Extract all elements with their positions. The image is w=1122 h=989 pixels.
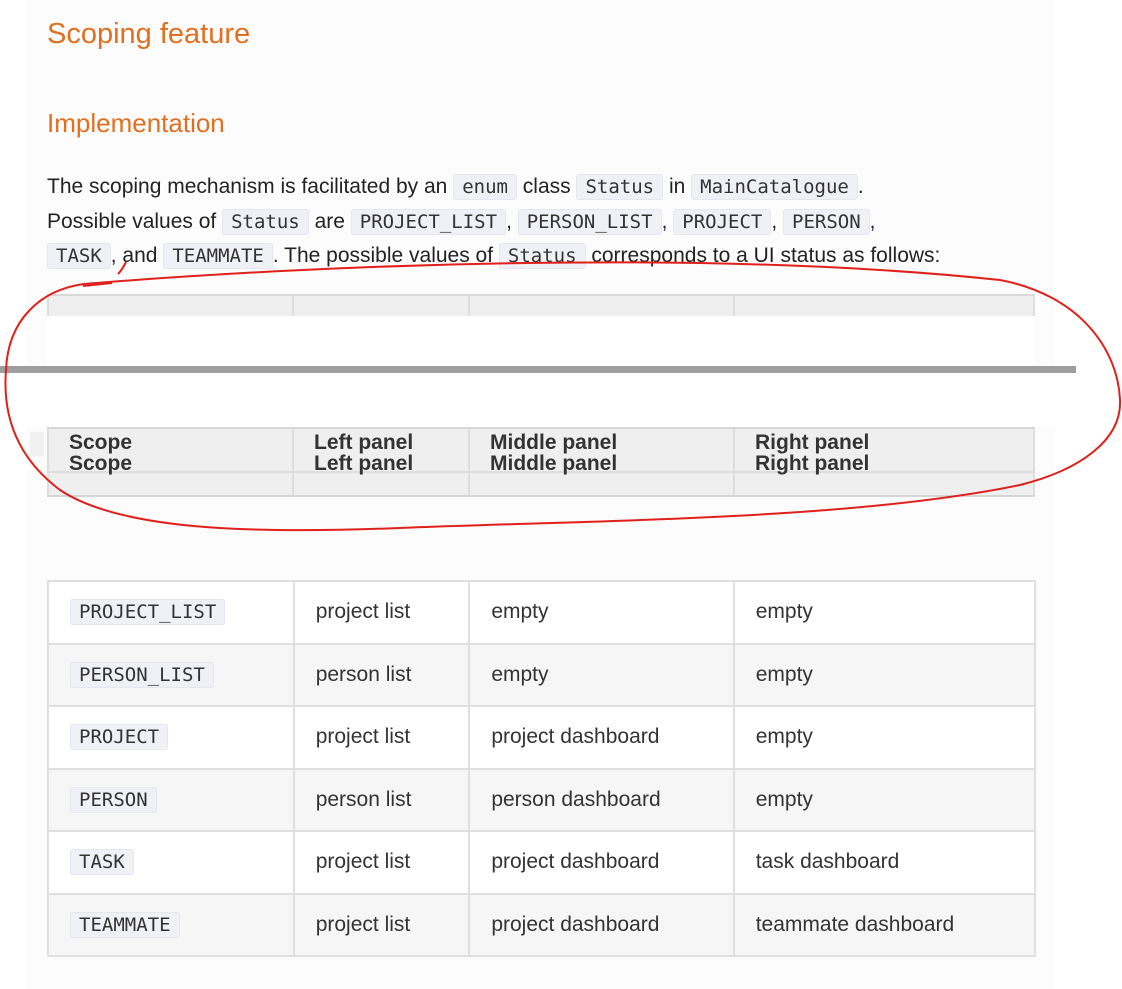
text: Possible values of bbox=[47, 209, 223, 233]
cell-right-panel: empty bbox=[732, 580, 1037, 645]
rendering-gap bbox=[0, 373, 1076, 427]
cell-right-panel: task dashboard bbox=[732, 830, 1037, 895]
section-heading: Implementation bbox=[47, 108, 225, 138]
text: corresponds to a UI status as follows: bbox=[585, 244, 941, 267]
horizontal-rule bbox=[0, 366, 1076, 373]
text: are bbox=[308, 209, 351, 233]
cell-left-panel: project list bbox=[292, 705, 471, 770]
inline-code: PERSON_LIST bbox=[517, 208, 662, 235]
scope-code: PERSON bbox=[70, 786, 157, 813]
inline-code: TEAMMATE bbox=[163, 243, 273, 269]
scope-code: TEAMMATE bbox=[70, 911, 180, 938]
table-row: PROJECT_LIST project list empty empty bbox=[47, 580, 1037, 645]
scope-code: PERSON_LIST bbox=[70, 661, 214, 688]
cell-middle-panel: empty bbox=[468, 580, 735, 645]
header-right-panel: Right panel Right panel bbox=[755, 431, 870, 475]
scope-table: PROJECT_LIST project list empty empty PERSON… bbox=[47, 580, 1037, 957]
cell-right-panel: empty bbox=[732, 642, 1037, 707]
inline-code: PROJECT bbox=[673, 208, 772, 235]
cell-middle-panel: project dashboard bbox=[468, 830, 735, 895]
inline-code: Status bbox=[222, 208, 309, 235]
text: , bbox=[771, 209, 783, 233]
cell-scope: PROJECT_LIST bbox=[47, 580, 295, 645]
table-header: Scope Scope Left panel Left panel Middle p… bbox=[47, 427, 1035, 497]
cell-left-panel: person list bbox=[292, 767, 471, 832]
inline-code: Status bbox=[498, 243, 586, 269]
inline-code: MainCatalogue bbox=[691, 174, 858, 200]
scope-code: PROJECT bbox=[70, 724, 169, 751]
cell-left-panel: project list bbox=[292, 830, 471, 895]
cell-right-panel: empty bbox=[732, 705, 1037, 770]
cell-middle-panel: project dashboard bbox=[468, 892, 735, 957]
cell-middle-panel: person dashboard bbox=[468, 767, 735, 832]
text: The scoping mechanism is facilitated by … bbox=[47, 175, 454, 198]
text: . The possible values of bbox=[272, 244, 499, 267]
inline-code: PERSON bbox=[783, 208, 870, 235]
cell-middle-panel: project dashboard bbox=[468, 705, 735, 770]
inline-code: TASK bbox=[47, 243, 111, 269]
description-paragraph: The scoping mechanism is facilitated by … bbox=[47, 170, 1047, 274]
header-scope: Scope Scope bbox=[69, 431, 133, 475]
text: in bbox=[663, 175, 692, 198]
scope-code: PROJECT_LIST bbox=[70, 599, 226, 626]
table-row: PROJECT project list project dashboard empt… bbox=[47, 705, 1037, 770]
table-row: PERSON person list person dashboard empty bbox=[47, 767, 1037, 832]
cell-right-panel: teammate dashboard bbox=[732, 892, 1037, 957]
text: , bbox=[869, 209, 876, 233]
text: class bbox=[516, 175, 577, 198]
cell-left-panel: project list bbox=[292, 892, 471, 957]
cell-scope: PERSON bbox=[47, 767, 295, 832]
inline-code: Status bbox=[576, 174, 664, 200]
ghost-fragment bbox=[30, 432, 44, 456]
header-middle-panel: Middle panel Middle panel bbox=[490, 431, 618, 475]
header-left-panel: Left panel Left panel bbox=[314, 431, 414, 475]
text: , and bbox=[110, 244, 164, 267]
cell-scope: PERSON_LIST bbox=[47, 642, 295, 707]
text: . bbox=[857, 175, 864, 198]
table-row: PERSON_LIST person list empty empty bbox=[47, 642, 1037, 707]
scope-code: TASK bbox=[70, 849, 134, 876]
cell-middle-panel: empty bbox=[468, 642, 735, 707]
cell-left-panel: person list bbox=[292, 642, 471, 707]
table-row: TEAMMATE project list project dashboard tea… bbox=[47, 892, 1037, 957]
table-row: TASK project list project dashboard task da… bbox=[47, 830, 1037, 895]
text: , bbox=[506, 209, 518, 233]
inline-code: enum bbox=[453, 174, 517, 200]
ghost-table-header bbox=[47, 294, 1035, 316]
inline-code: PROJECT_LIST bbox=[350, 208, 507, 235]
cell-scope: PROJECT bbox=[47, 705, 295, 770]
rendering-gap bbox=[47, 316, 1035, 366]
text: , bbox=[661, 209, 674, 233]
cell-left-panel: project list bbox=[292, 580, 471, 645]
page-title: Scoping feature bbox=[47, 18, 251, 50]
cell-scope: TEAMMATE bbox=[47, 892, 295, 957]
cell-right-panel: empty bbox=[732, 767, 1037, 832]
cell-scope: TASK bbox=[47, 830, 295, 895]
